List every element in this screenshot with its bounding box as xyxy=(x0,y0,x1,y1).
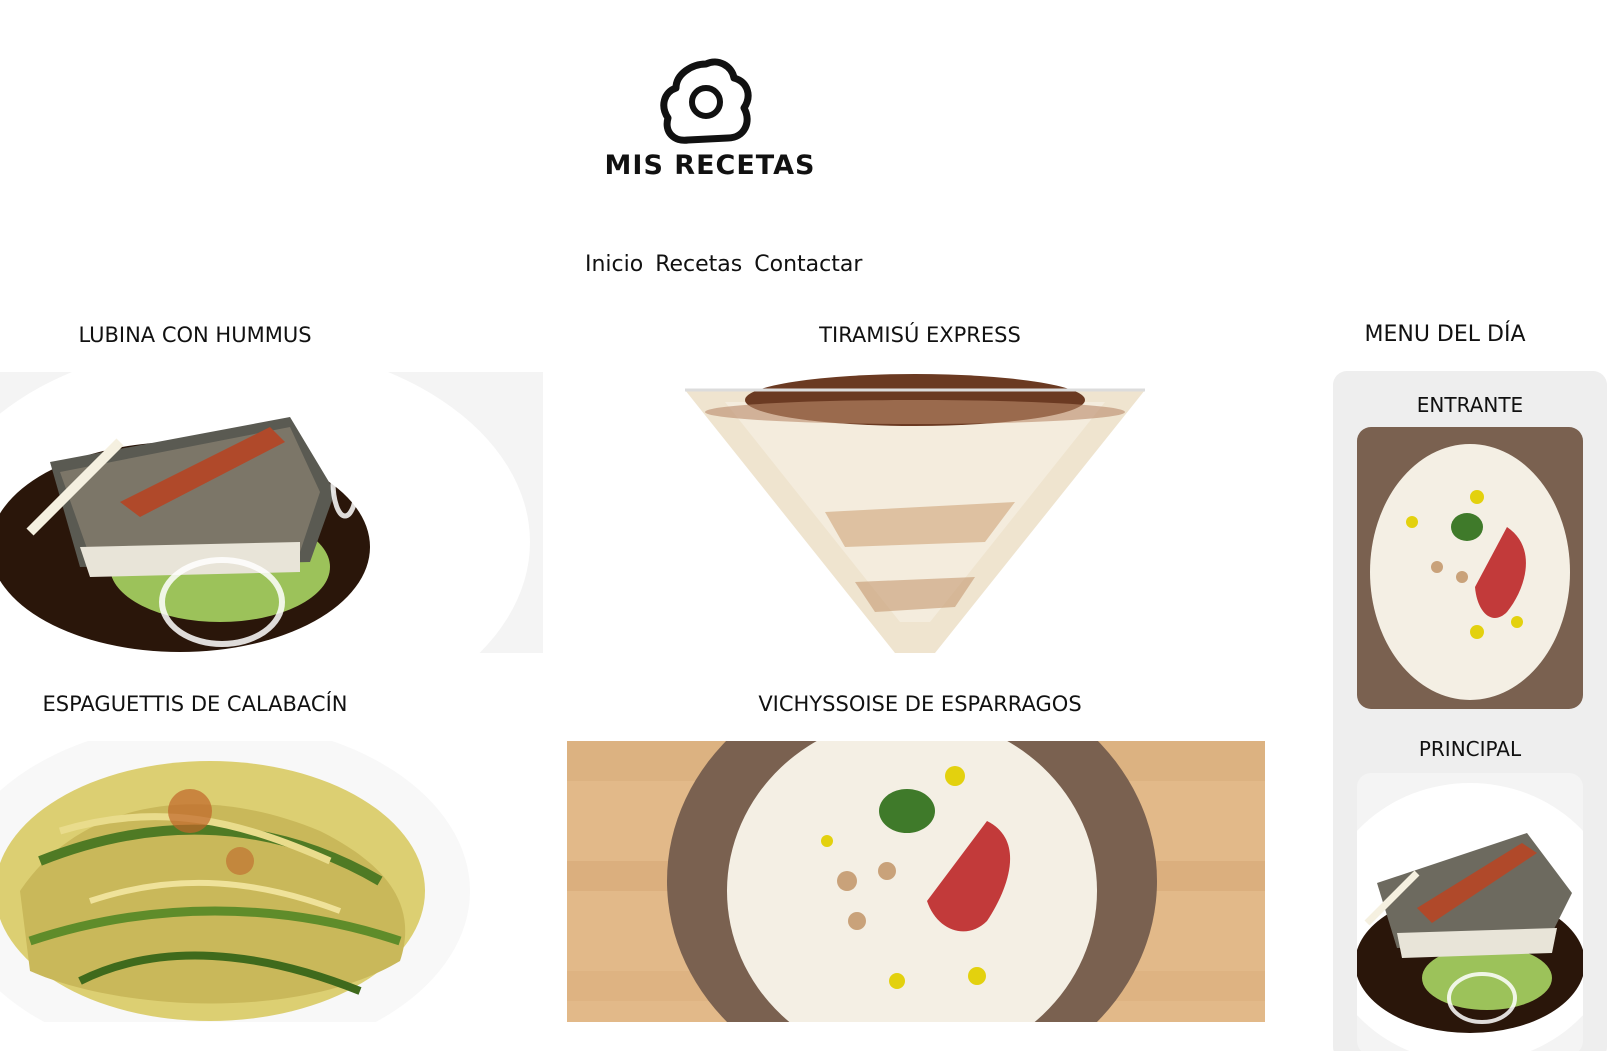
sea-bass-hummus-photo[interactable] xyxy=(0,372,543,653)
brand-name: MIS RECETAS xyxy=(604,150,816,181)
recipe-title-lubina[interactable]: LUBINA CON HUMMUS xyxy=(0,323,390,347)
recipe-title-espaguettis[interactable]: ESPAGUETTIS DE CALABACÍN xyxy=(0,692,390,716)
zucchini-spaghetti-photo[interactable] xyxy=(0,741,543,1022)
nav-item-inicio[interactable]: Inicio xyxy=(585,252,643,277)
course-label-entrante: ENTRANTE xyxy=(1416,393,1524,417)
main-nav: Inicio Recetas Contactar xyxy=(585,252,862,277)
entrante-photo[interactable] xyxy=(1357,427,1583,709)
recipe-title-vichyssoise[interactable]: VICHYSSOISE DE ESPARRAGOS xyxy=(700,692,1140,716)
page: MIS RECETAS Inicio Recetas Contactar LUB… xyxy=(0,0,1609,1051)
principal-photo[interactable] xyxy=(1357,773,1583,1051)
menu-del-dia-panel: ENTRANTE PRINCIPAL xyxy=(1333,371,1607,1051)
site-logo[interactable]: MIS RECETAS xyxy=(600,50,820,200)
fried-egg-icon xyxy=(660,58,752,144)
nav-item-recetas[interactable]: Recetas xyxy=(655,252,742,277)
menu-del-dia-title: MENU DEL DÍA xyxy=(1364,322,1526,347)
vichyssoise-bowl-photo[interactable] xyxy=(567,741,1265,1022)
course-label-principal: PRINCIPAL xyxy=(1418,737,1522,761)
nav-item-contactar[interactable]: Contactar xyxy=(754,252,862,277)
recipe-title-tiramisu[interactable]: TIRAMISÚ EXPRESS xyxy=(700,323,1140,347)
tiramisu-glass-photo[interactable] xyxy=(685,372,1145,653)
